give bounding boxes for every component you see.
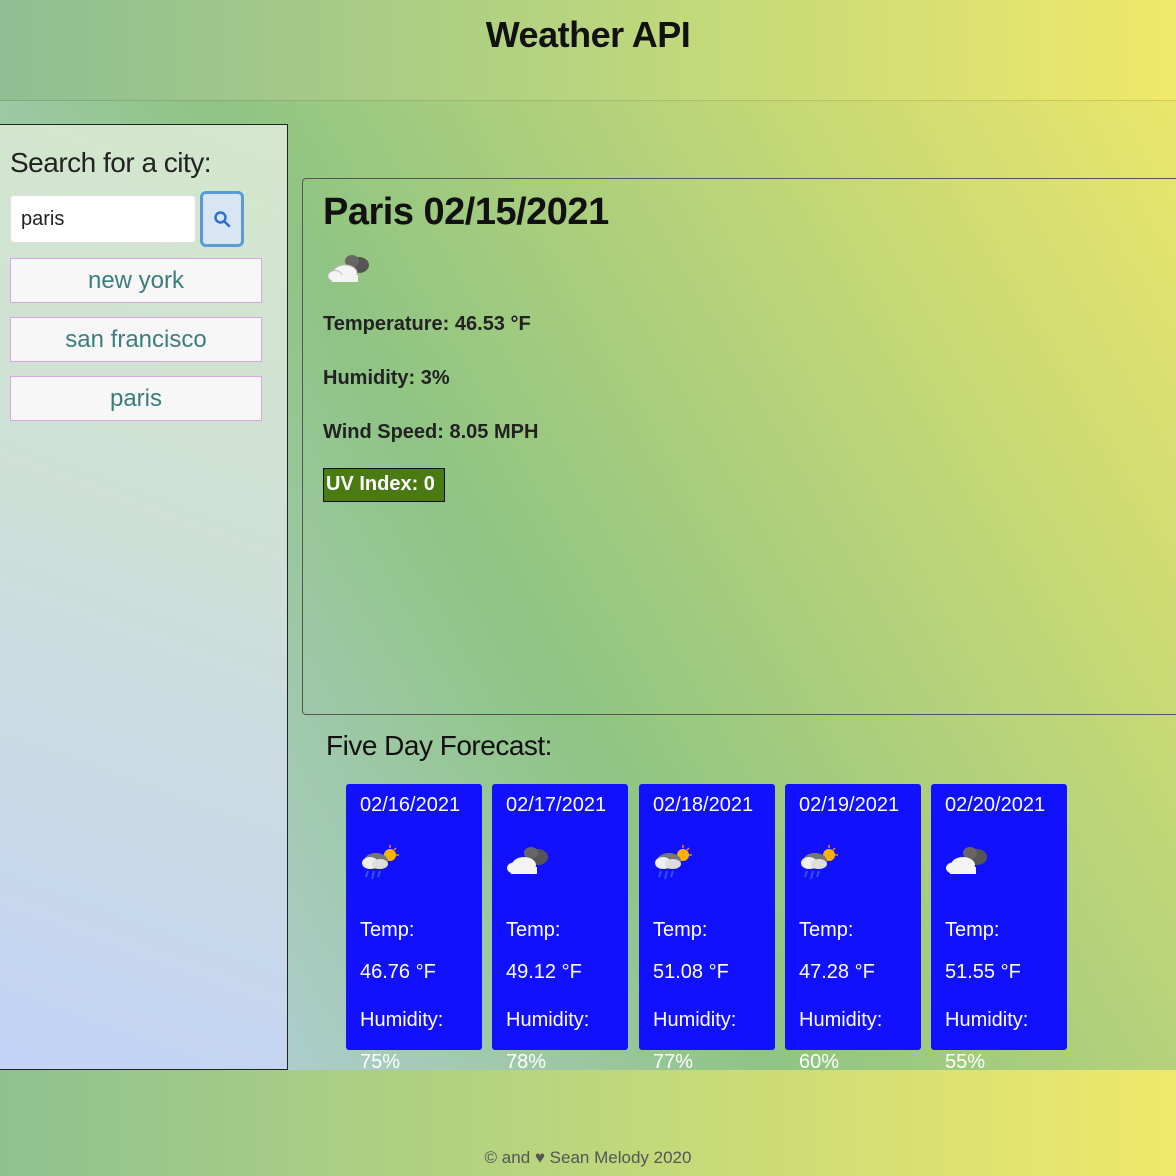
forecast-temp: Temp: 49.12 °F bbox=[506, 919, 582, 983]
forecast-card: 02/16/2021 Temp: 46.76 °F Humidity: 75% bbox=[346, 784, 482, 1073]
rain-sun-icon bbox=[655, 845, 692, 880]
rain-sun-icon bbox=[362, 845, 399, 880]
search-icon bbox=[214, 211, 231, 228]
page-header: Weather API bbox=[0, 0, 1176, 101]
forecast-date: 02/17/2021 bbox=[506, 794, 607, 816]
cloud-icon bbox=[327, 255, 369, 282]
current-humidity: Humidity: 3% bbox=[323, 367, 450, 389]
forecast-date: 02/19/2021 bbox=[799, 794, 900, 816]
forecast-card: 02/17/2021 Temp: 49.12 °F Humidity: 78% bbox=[492, 784, 628, 1073]
forecast-date: 02/16/2021 bbox=[360, 794, 461, 816]
page-footer: © and ♥ Sean Melody 2020 bbox=[0, 1070, 1176, 1176]
search-input[interactable] bbox=[10, 195, 196, 243]
forecast-title: Five Day Forecast: bbox=[326, 730, 552, 761]
forecast-date: 02/18/2021 bbox=[653, 794, 754, 816]
footer-credit: © and ♥ Sean Melody 2020 bbox=[484, 1148, 692, 1167]
forecast-card: 02/18/2021 Temp: 51.08 °F Humidity: 77% bbox=[639, 784, 775, 1073]
history-item-new-york[interactable]: new york bbox=[10, 258, 262, 303]
cloud-icon bbox=[946, 847, 987, 874]
history-item-san-francisco[interactable]: san francisco bbox=[10, 317, 262, 362]
current-temperature: Temperature: 46.53 °F bbox=[323, 313, 531, 335]
uv-index-badge: UV Index: 0 bbox=[323, 468, 445, 502]
forecast-temp: Temp: 47.28 °F bbox=[799, 919, 875, 983]
forecast-date: 02/20/2021 bbox=[945, 794, 1046, 816]
forecast-card: 02/19/2021 Temp: 47.28 °F Humidity: 60% bbox=[785, 784, 921, 1073]
rain-sun-icon bbox=[801, 845, 838, 880]
forecast-temp: Temp: 46.76 °F bbox=[360, 919, 436, 983]
page-title: Weather API bbox=[485, 14, 691, 55]
current-weather-panel: Paris 02/15/2021 Temperature: 46.53 °F H… bbox=[302, 178, 1176, 715]
search-button[interactable] bbox=[200, 191, 244, 247]
current-city-date: Paris 02/15/2021 bbox=[323, 191, 609, 233]
forecast-card: 02/20/2021 Temp: 51.55 °F Humidity: 55% bbox=[931, 784, 1067, 1073]
current-wind-speed: Wind Speed: 8.05 MPH bbox=[323, 421, 539, 443]
cloud-icon bbox=[507, 847, 548, 874]
history-item-paris[interactable]: paris bbox=[10, 376, 262, 421]
search-heading: Search for a city: bbox=[10, 147, 212, 178]
forecast-temp: Temp: 51.55 °F bbox=[945, 919, 1021, 983]
forecast-temp: Temp: 51.08 °F bbox=[653, 919, 729, 983]
